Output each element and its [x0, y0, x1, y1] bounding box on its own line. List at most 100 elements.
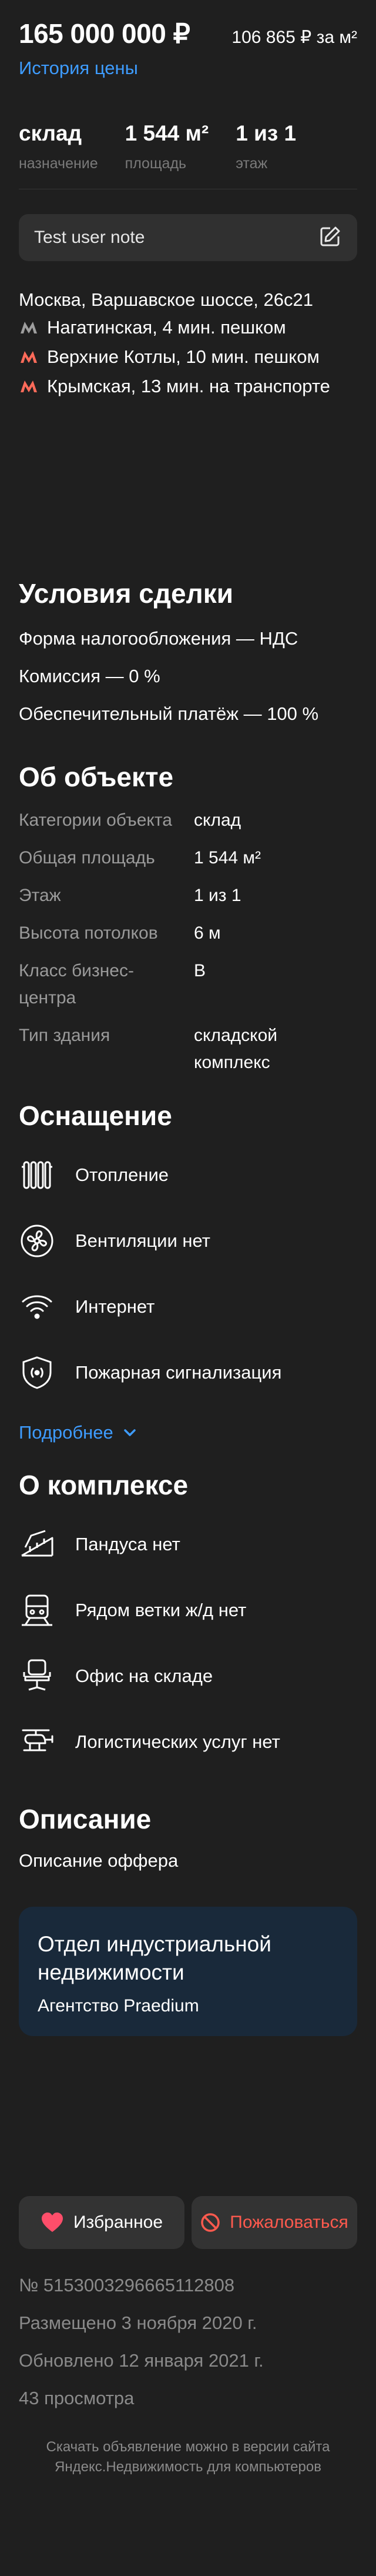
address: Москва, Варшавское шоссе, 26с21 [19, 289, 313, 310]
section-title: О комплексе [19, 1470, 189, 1500]
metro-station: Нагатинская, 4 мин. пешком [19, 313, 357, 342]
property-value: 6 м [194, 923, 221, 943]
feature-item: Рядом ветки ж/д нет [19, 1577, 357, 1643]
helicopter-icon [19, 1724, 55, 1760]
stat-label: назначение [19, 155, 98, 172]
key-stats: склад назначение 1 544 м² площадь 1 из 1… [19, 121, 357, 172]
heart-icon [41, 2213, 63, 2232]
show-more-label: Подробнее [19, 1422, 113, 1443]
property-value: B [194, 961, 206, 980]
favorite-label: Избранное [73, 2213, 163, 2232]
show-more-link[interactable]: Подробнее [19, 1422, 357, 1443]
edit-icon[interactable] [318, 225, 342, 251]
posted-date: Размещено 3 ноября 2020 г. [19, 2313, 257, 2333]
description-section: Описание Описание оффера [19, 1803, 357, 1871]
stat-value: 1 из 1 [236, 121, 297, 145]
agency-title: Отдел индустриальной недвижимости [38, 1932, 271, 1984]
stat-value: 1 544 м² [125, 121, 209, 145]
feature-label: Пандуса нет [75, 1534, 180, 1554]
feature-item: Логистических услуг нет [19, 1709, 357, 1775]
complain-label: Пожаловаться [230, 2213, 348, 2232]
ramp-icon [19, 1526, 55, 1563]
metro-station: Крымская, 13 мин. на транспорте [19, 372, 357, 401]
metro-icon [21, 351, 37, 363]
section-title: Оснащение [19, 1100, 172, 1131]
agency-card[interactable]: Отдел индустриальной недвижимости Агентс… [19, 1907, 357, 2036]
stat-label: площадь [125, 155, 187, 172]
property-row: Класс бизнес-центра B [19, 957, 357, 1012]
feature-label: Рядом ветки ж/д нет [75, 1600, 247, 1620]
agency-name: Агентство Praedium [38, 1996, 199, 2016]
property-key: Высота потолков [19, 923, 158, 943]
property-key: Категории объекта [19, 810, 172, 830]
property-value: 1 из 1 [194, 886, 241, 905]
metro-icon [21, 381, 37, 392]
feature-item: Вентиляции нет [19, 1208, 357, 1274]
radiator-icon [19, 1157, 55, 1193]
metro-icon [21, 322, 37, 333]
stat-area: 1 544 м² площадь [125, 121, 209, 172]
location-block: Москва, Варшавское шоссе, 26с21 Нагатинс… [19, 287, 357, 401]
metro-station-label: Крымская, 13 мин. на транспорте [47, 376, 330, 396]
property-key: Общая площадь [19, 848, 155, 867]
feature-label: Отопление [75, 1164, 169, 1185]
block-icon [201, 2213, 220, 2232]
complain-button[interactable]: Пожаловаться [192, 2196, 357, 2249]
stat-label: этаж [236, 155, 268, 172]
price-history-link[interactable]: История цены [19, 58, 138, 79]
feature-label: Логистических услуг нет [75, 1731, 280, 1752]
stat-purpose: склад назначение [19, 121, 98, 172]
feature-item: Пожарная сигнализация [19, 1340, 357, 1406]
property-value: склад [194, 810, 241, 830]
stat-floor: 1 из 1 этаж [236, 121, 296, 172]
price-row: 165 000 000 ₽ 106 865 ₽ за м² [19, 0, 357, 49]
complex-section: О комплексе Пандуса нет Рядом ветки ж/д … [19, 1469, 357, 1775]
stat-value: склад [19, 121, 82, 145]
feature-item: Интернет [19, 1274, 357, 1340]
feature-item: Отопление [19, 1142, 357, 1208]
section-title: Описание [19, 1804, 152, 1834]
property-row: Высота потолков 6 м [19, 920, 357, 947]
fan-icon [19, 1223, 55, 1259]
favorite-button[interactable]: Избранное [19, 2196, 184, 2249]
description-text: Описание оффера [19, 1850, 179, 1871]
property-value: 1 544 м² [194, 848, 261, 867]
feature-item: Пандуса нет [19, 1511, 357, 1577]
user-note-text: Test user note [34, 228, 145, 247]
feature-label: Интернет [75, 1296, 155, 1317]
chevron-down-icon [124, 1429, 136, 1436]
section-title: Об объекте [19, 762, 174, 792]
feature-label: Офис на складе [75, 1666, 213, 1686]
footer-note: Скачать объявление можно в версии сайта … [19, 2437, 357, 2477]
deal-section: Условия сделки Форма налогообложения — Н… [19, 578, 357, 733]
property-value: складской комплекс [194, 1026, 278, 1072]
fire-alarm-icon [19, 1354, 55, 1391]
offer-meta: № 5153003296665112808 Размещено 3 ноября… [19, 2267, 357, 2417]
property-key: Класс бизнес-центра [19, 961, 134, 1007]
feature-label: Пожарная сигнализация [75, 1362, 282, 1383]
object-section: Об объекте Категории объекта склад Общая… [19, 761, 357, 1076]
train-icon [19, 1592, 55, 1629]
metro-station-label: Верхние Котлы, 10 мин. пешком [47, 346, 320, 367]
section-title: Условия сделки [19, 578, 234, 609]
deal-condition: Форма налогообложения — НДС [19, 628, 298, 649]
metro-station-label: Нагатинская, 4 мин. пешком [47, 317, 286, 338]
feature-label: Вентиляции нет [75, 1230, 210, 1251]
deal-condition: Обеспечительный платёж — 100 % [19, 703, 319, 724]
property-row: Категории объекта склад [19, 807, 357, 834]
action-buttons: Избранное Пожаловаться [19, 2196, 357, 2249]
footer-line: Скачать объявление можно в версии сайта [46, 2439, 330, 2455]
views-count: 43 просмотра [19, 2388, 135, 2408]
wifi-icon [19, 1289, 55, 1325]
property-row: Тип здания складской комплекс [19, 1022, 357, 1076]
deal-condition: Комиссия — 0 % [19, 666, 160, 686]
user-note[interactable]: Test user note [19, 214, 357, 261]
metro-station: Верхние Котлы, 10 мин. пешком [19, 342, 357, 372]
footer-line: Яндекс.Недвижимость для компьютеров [55, 2459, 321, 2475]
property-key: Тип здания [19, 1026, 110, 1045]
feature-item: Офис на складе [19, 1643, 357, 1709]
object-properties: Категории объекта склад Общая площадь 1 … [19, 807, 357, 1076]
equipment-section: Оснащение Отопление Вентиляции нет Интер… [19, 1100, 357, 1443]
property-row: Общая площадь 1 544 м² [19, 845, 357, 872]
property-key: Этаж [19, 886, 61, 905]
